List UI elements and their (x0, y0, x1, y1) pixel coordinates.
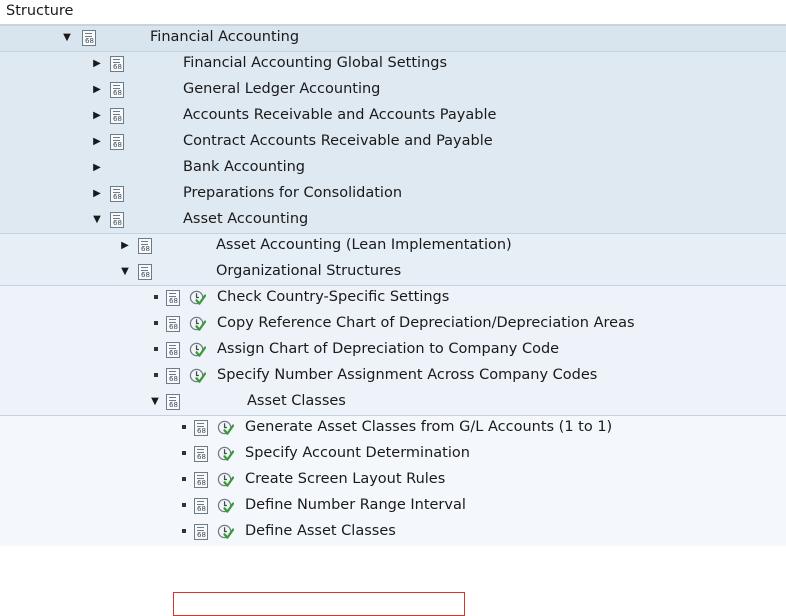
tree-node-label[interactable]: Accounts Receivable and Accounts Payable (183, 107, 496, 123)
documentation-icon[interactable] (194, 498, 208, 514)
tree-node-row[interactable]: ▼ Organizational Structures (0, 259, 786, 285)
execute-clock-icon[interactable] (217, 445, 234, 462)
documentation-icon[interactable] (166, 342, 180, 358)
tree-node-label[interactable]: Copy Reference Chart of Depreciation/Dep… (217, 315, 635, 331)
tree-node-label[interactable]: Specify Number Assignment Across Company… (217, 367, 597, 383)
tree-node-label[interactable]: Assign Chart of Depreciation to Company … (217, 341, 559, 357)
documentation-icon[interactable] (110, 212, 124, 228)
documentation-icon[interactable] (194, 420, 208, 436)
execute-clock-icon[interactable] (217, 497, 234, 514)
tree-node-row[interactable]: ▶ Contract Accounts Receivable and Payabl… (0, 129, 786, 155)
documentation-icon[interactable] (110, 186, 124, 202)
tree-node-label[interactable]: General Ledger Accounting (183, 81, 380, 97)
leaf-bullet-icon (154, 347, 158, 351)
collapsed-triangle-icon[interactable]: ▶ (90, 129, 104, 155)
structure-header: Structure (0, 0, 786, 25)
tree-node-row[interactable]: Define Asset Classes (0, 519, 786, 545)
documentation-icon[interactable] (166, 316, 180, 332)
tree-node-label[interactable]: Financial Accounting Global Settings (183, 55, 447, 71)
tree-node-label[interactable]: Define Asset Classes (245, 523, 396, 539)
tree-node-row[interactable]: Copy Reference Chart of Depreciation/Dep… (0, 311, 786, 337)
tree-node-label[interactable]: Generate Asset Classes from G/L Accounts… (245, 419, 612, 435)
tree-node-row[interactable]: ▶ General Ledger Accounting (0, 77, 786, 103)
collapsed-triangle-icon[interactable]: ▶ (90, 51, 104, 77)
documentation-icon[interactable] (194, 472, 208, 488)
leaf-bullet-icon (154, 321, 158, 325)
tree-node-label[interactable]: Contract Accounts Receivable and Payable (183, 133, 493, 149)
tree-node-row[interactable]: Assign Chart of Depreciation to Company … (0, 337, 786, 363)
documentation-icon[interactable] (110, 134, 124, 150)
tree-node-row[interactable]: ▶ Bank Accounting (0, 155, 786, 181)
tree-node-label[interactable]: Asset Accounting (183, 211, 308, 227)
tree-node-row[interactable]: ▶ Accounts Receivable and Accounts Payabl… (0, 103, 786, 129)
leaf-bullet-icon (154, 373, 158, 377)
documentation-icon[interactable] (166, 394, 180, 410)
collapsed-triangle-icon[interactable]: ▶ (90, 181, 104, 207)
expanded-triangle-icon[interactable]: ▼ (148, 389, 162, 415)
tree-node-label[interactable]: Preparations for Consolidation (183, 185, 402, 201)
execute-clock-icon[interactable] (189, 341, 206, 358)
documentation-icon[interactable] (138, 264, 152, 280)
collapsed-triangle-icon[interactable]: ▶ (90, 77, 104, 103)
documentation-icon[interactable] (194, 524, 208, 540)
structure-header-label: Structure (6, 3, 74, 19)
collapsed-triangle-icon[interactable]: ▶ (118, 233, 132, 259)
tree-node-label[interactable]: Specify Account Determination (245, 445, 470, 461)
tree-node-label[interactable]: Organizational Structures (216, 263, 401, 279)
execute-clock-icon[interactable] (217, 523, 234, 540)
collapsed-triangle-icon[interactable]: ▶ (90, 155, 104, 181)
execute-clock-icon[interactable] (189, 315, 206, 332)
leaf-bullet-icon (182, 451, 186, 455)
tree-node-row[interactable]: Specify Number Assignment Across Company… (0, 363, 786, 389)
leaf-bullet-icon (182, 477, 186, 481)
expanded-triangle-icon[interactable]: ▼ (90, 207, 104, 233)
tree-node-label[interactable]: Bank Accounting (183, 159, 305, 175)
documentation-icon[interactable] (166, 368, 180, 384)
tree-node-row[interactable]: ▶ Asset Accounting (Lean Implementation) (0, 233, 786, 259)
tree-node-row[interactable]: Check Country-Specific Settings (0, 285, 786, 311)
documentation-icon[interactable] (110, 82, 124, 98)
tree-node-label[interactable]: Asset Classes (247, 393, 346, 409)
tree-node-row[interactable]: ▼ Asset Classes (0, 389, 786, 415)
documentation-icon[interactable] (138, 238, 152, 254)
tree-node-label[interactable]: Check Country-Specific Settings (217, 289, 449, 305)
tree-node-row[interactable]: Create Screen Layout Rules (0, 467, 786, 493)
tree-node-row[interactable]: ▼ Financial Accounting (0, 25, 786, 51)
execute-clock-icon[interactable] (217, 471, 234, 488)
tree-node-row[interactable]: Specify Account Determination (0, 441, 786, 467)
leaf-bullet-icon (182, 503, 186, 507)
tree-node-row[interactable]: Define Number Range Interval (0, 493, 786, 519)
documentation-icon[interactable] (110, 108, 124, 124)
highlight-box (173, 592, 465, 616)
execute-clock-icon[interactable] (189, 367, 206, 384)
leaf-bullet-icon (182, 529, 186, 533)
tree-node-row[interactable]: ▼ Asset Accounting (0, 207, 786, 233)
tree-node-row[interactable]: Generate Asset Classes from G/L Accounts… (0, 415, 786, 441)
documentation-icon[interactable] (194, 446, 208, 462)
documentation-icon[interactable] (82, 30, 96, 46)
collapsed-triangle-icon[interactable]: ▶ (90, 103, 104, 129)
tree-node-label[interactable]: Financial Accounting (150, 29, 299, 45)
expanded-triangle-icon[interactable]: ▼ (118, 259, 132, 285)
documentation-icon[interactable] (166, 290, 180, 306)
tree-node-label[interactable]: Define Number Range Interval (245, 497, 466, 513)
leaf-bullet-icon (182, 425, 186, 429)
tree-node-row[interactable]: ▶ Financial Accounting Global Settings (0, 51, 786, 77)
execute-clock-icon[interactable] (217, 419, 234, 436)
tree-node-row[interactable]: ▶ Preparations for Consolidation (0, 181, 786, 207)
leaf-bullet-icon (154, 295, 158, 299)
documentation-icon[interactable] (110, 56, 124, 72)
expanded-triangle-icon[interactable]: ▼ (60, 25, 74, 51)
tree-node-label[interactable]: Asset Accounting (Lean Implementation) (216, 237, 512, 253)
tree-node-label[interactable]: Create Screen Layout Rules (245, 471, 445, 487)
execute-clock-icon[interactable] (189, 289, 206, 306)
